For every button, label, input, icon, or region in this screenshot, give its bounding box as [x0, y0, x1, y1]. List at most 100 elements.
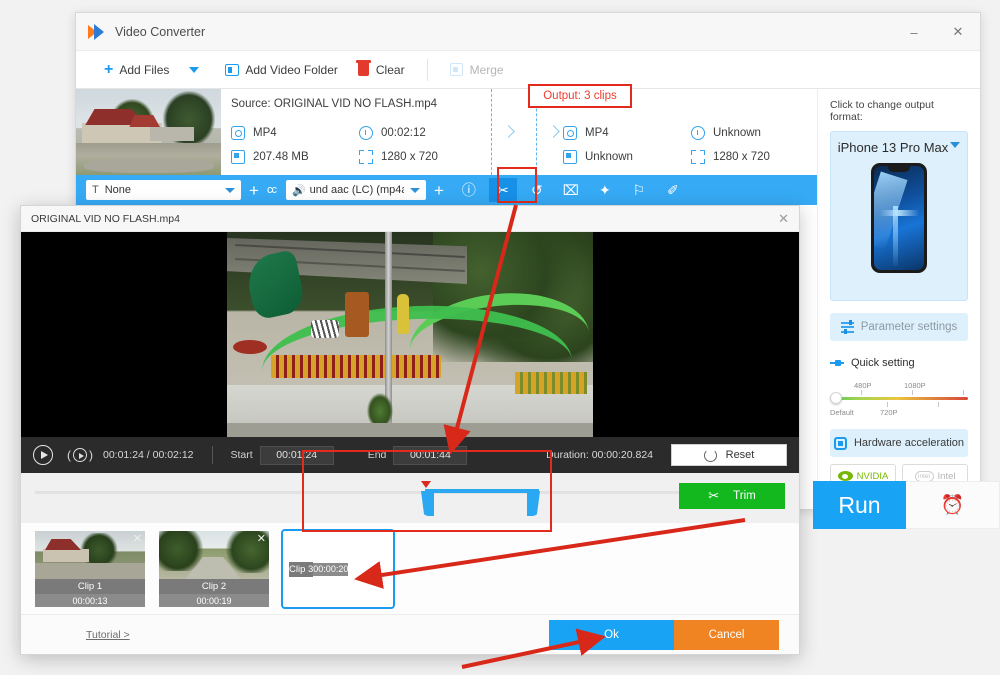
app-logo-icon: [88, 23, 106, 41]
minimize-button[interactable]: –: [892, 13, 936, 51]
hardware-acceleration-label: Hardware acceleration: [853, 437, 965, 449]
ok-button[interactable]: Ok: [549, 619, 674, 650]
slider-track: [830, 397, 968, 400]
chip-icon: [833, 436, 847, 450]
clip-item-selected[interactable]: ✕ Clip 3 00:00:20: [281, 529, 395, 609]
add-audio-button[interactable]: +: [434, 182, 444, 199]
run-button[interactable]: Run: [813, 481, 906, 529]
playback-controls: () 00:01:24 / 00:02:12 Start 00:01:24 En…: [21, 437, 799, 473]
scissors-icon: ✂: [708, 488, 720, 503]
refresh-icon: [703, 448, 717, 462]
sliders-icon: [840, 320, 854, 334]
play-segment-button[interactable]: (): [67, 448, 93, 462]
parameter-settings-button[interactable]: Parameter settings: [830, 313, 968, 341]
clip-duration: 00:00:20: [313, 562, 349, 576]
close-button[interactable]: ✕: [936, 13, 980, 51]
video-frame: [227, 232, 593, 437]
annotation-box-cut-tool: [497, 167, 537, 203]
format-card[interactable]: iPhone 13 Pro Max: [830, 131, 968, 301]
clips-strip: ✕ Clip 1 00:00:13 ✕ Clip 2 00:00:19 ✕ Cl…: [21, 523, 799, 615]
chevron-down-icon: [409, 187, 420, 193]
intel-icon: intel: [914, 470, 934, 482]
slider-label-720p: 720P: [880, 408, 898, 417]
playhead-marker[interactable]: [421, 481, 431, 488]
closed-caption-icon[interactable]: cc: [267, 184, 277, 196]
resolution-icon: [359, 150, 373, 164]
panel-header: Click to change output format:: [830, 99, 934, 123]
video-preview[interactable]: [21, 232, 799, 437]
audio-select[interactable]: 🔊 und aac (LC) (mp4a: [285, 180, 426, 200]
resolution-icon: [691, 150, 705, 164]
gpu-intel-label: Intel: [937, 470, 956, 482]
format-name: iPhone 13 Pro Max: [837, 140, 949, 155]
duration-label: Duration:: [546, 449, 589, 461]
slider-label-default: Default: [830, 408, 854, 417]
clip-remove-icon[interactable]: ✕: [257, 532, 266, 545]
add-video-folder-label: Add Video Folder: [245, 62, 338, 77]
source-size: 207.48 MB: [231, 145, 359, 169]
add-subtitle-button[interactable]: +: [249, 182, 259, 199]
info-icon[interactable]: ⓘ: [455, 178, 483, 202]
trim-handle-start[interactable]: [421, 491, 434, 516]
output-col-1: MP4 Unknown: [563, 121, 691, 169]
play-button[interactable]: [33, 445, 53, 465]
run-bar: Run ⏰: [813, 481, 1000, 529]
plus-icon: +: [104, 60, 114, 78]
add-files-label: Add Files: [119, 62, 170, 77]
clear-button[interactable]: Clear: [348, 51, 415, 89]
add-files-dropdown-icon[interactable]: [189, 66, 200, 73]
video-format-icon: [231, 126, 245, 140]
hardware-acceleration-button[interactable]: Hardware acceleration: [830, 429, 968, 457]
dialog-title: ORIGINAL VID NO FLASH.mp4: [31, 212, 180, 225]
source-duration-value: 00:02:12: [381, 127, 426, 139]
cancel-button[interactable]: Cancel: [674, 619, 779, 650]
time-display: 00:01:24 / 00:02:12: [103, 449, 194, 461]
device-preview-image: [871, 163, 927, 273]
trim-handle-end[interactable]: [527, 491, 540, 516]
timeline-selection: [425, 489, 539, 493]
file-thumbnail: [76, 89, 221, 175]
dialog-header: ORIGINAL VID NO FLASH.mp4 ✕: [21, 206, 799, 232]
toolbar-divider: [426, 58, 428, 81]
output-format-value: MP4: [585, 127, 609, 139]
merge-label: Merge: [469, 62, 504, 77]
effects-icon[interactable]: ✦: [591, 178, 619, 202]
add-files-button[interactable]: + Add Files: [94, 51, 179, 89]
output-clips-label: Output: 3 clips: [543, 90, 617, 102]
quality-slider[interactable]: 480P 1080P Default 720P: [830, 381, 968, 421]
trim-dialog: ORIGINAL VID NO FLASH.mp4 ✕ () 00:01:24 …: [20, 205, 800, 655]
slider-knob[interactable]: [830, 392, 842, 404]
tutorial-link[interactable]: Tutorial >: [86, 629, 130, 641]
clip-item[interactable]: ✕ Clip 1 00:00:13: [35, 531, 145, 607]
clip-item[interactable]: ✕ Clip 2 00:00:19: [159, 531, 269, 607]
trim-label: Trim: [733, 490, 756, 502]
window-controls: – ✕: [892, 13, 980, 51]
subtitle-select[interactable]: T None: [86, 180, 241, 200]
add-video-folder-button[interactable]: Add Video Folder: [215, 51, 348, 89]
merge-icon: [449, 63, 463, 76]
quick-setting-label: Quick setting: [851, 357, 915, 369]
reset-button[interactable]: Reset: [671, 444, 787, 466]
crop-icon[interactable]: ⌧: [557, 178, 585, 202]
clip-remove-icon[interactable]: ✕: [133, 532, 142, 545]
merge-button[interactable]: Merge: [440, 51, 514, 89]
clip-thumbnail: ✕: [35, 531, 145, 579]
start-input[interactable]: 00:01:24: [259, 445, 334, 465]
trim-button[interactable]: ✂ Trim: [679, 483, 785, 509]
subtitle-edit-icon[interactable]: ✐: [659, 178, 687, 202]
watermark-icon[interactable]: ⚐: [625, 178, 653, 202]
chevron-down-icon[interactable]: [950, 142, 961, 148]
clip-duration: 00:00:13: [35, 594, 145, 607]
trim-timeline[interactable]: ✂ Trim: [21, 473, 799, 523]
source-format-value: MP4: [253, 127, 277, 139]
control-divider: [211, 446, 213, 464]
end-input[interactable]: 00:01:44: [393, 445, 468, 465]
schedule-icon[interactable]: ⏰: [906, 481, 1000, 529]
nvidia-icon: [837, 471, 853, 481]
slider-label-1080p: 1080P: [904, 381, 926, 390]
dialog-close-button[interactable]: ✕: [778, 211, 789, 227]
slider-label-480p: 480P: [854, 381, 872, 390]
start-label: Start: [230, 449, 253, 461]
title-bar: Video Converter – ✕: [76, 13, 980, 51]
quick-setting-row[interactable]: Quick setting: [830, 357, 968, 369]
